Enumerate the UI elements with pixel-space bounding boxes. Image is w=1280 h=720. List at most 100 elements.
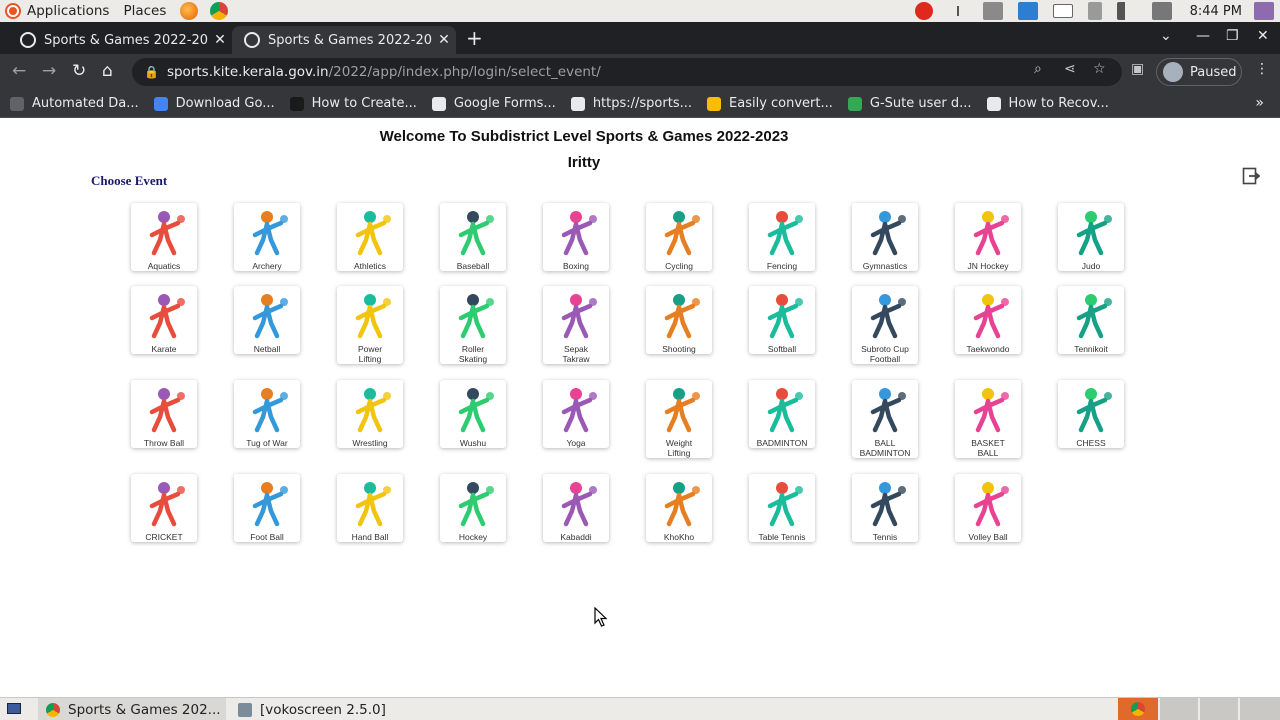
- event-label-line: Football: [869, 354, 901, 364]
- event-card-cycling[interactable]: Cycling: [646, 203, 712, 271]
- workspace-2[interactable]: [1160, 698, 1198, 720]
- reload-icon[interactable]: ↻: [72, 61, 86, 81]
- battery-icon[interactable]: [1087, 2, 1102, 20]
- bookmark-item[interactable]: How to Create...: [289, 96, 417, 111]
- event-card-tennikoit[interactable]: Tennikoit: [1058, 286, 1124, 354]
- event-card-baseball[interactable]: Baseball: [440, 203, 506, 271]
- event-card-ball-badminton[interactable]: BALL BADMINTON: [852, 380, 918, 458]
- event-card-tennis[interactable]: Tennis: [852, 474, 918, 542]
- address-bar[interactable]: 🔒 sports.kite.kerala.gov.in/2022/app/ind…: [132, 58, 1122, 86]
- bookmark-star-icon[interactable]: ☆: [1093, 61, 1106, 77]
- event-card-chess[interactable]: CHESS: [1058, 380, 1124, 448]
- restore-icon[interactable]: ❐: [1226, 28, 1239, 44]
- tab-search-icon[interactable]: ⌄: [1160, 28, 1172, 44]
- bluetooth-icon[interactable]: [1017, 2, 1038, 20]
- bookmark-item[interactable]: Download Go...: [153, 96, 275, 111]
- record-icon[interactable]: [914, 2, 933, 20]
- keyboard-layout-icon[interactable]: [982, 2, 1003, 20]
- clock[interactable]: 8:44 PM: [1190, 4, 1242, 19]
- foot-ball-icon: [252, 482, 288, 527]
- event-card-subroto-cup-football[interactable]: Subroto Cup Football: [852, 286, 918, 364]
- event-card-fencing[interactable]: Fencing: [749, 203, 815, 271]
- event-card-foot-ball[interactable]: Foot Ball: [234, 474, 300, 542]
- athletics-icon: [355, 211, 391, 256]
- close-tab-icon[interactable]: ✕: [432, 32, 456, 48]
- bookmark-item[interactable]: Automated Da...: [10, 96, 139, 111]
- event-card-hand-ball[interactable]: Hand Ball: [337, 474, 403, 542]
- event-card-karate[interactable]: Karate: [131, 286, 197, 354]
- event-card-wrestling[interactable]: Wrestling: [337, 380, 403, 448]
- new-tab-icon[interactable]: +: [466, 26, 483, 50]
- network-icon[interactable]: [1151, 2, 1172, 20]
- event-card-aquatics[interactable]: Aquatics: [131, 203, 197, 271]
- event-card-badminton[interactable]: BADMINTON: [749, 380, 815, 448]
- wifi-icon[interactable]: [947, 2, 968, 20]
- bookmark-item[interactable]: https://sports...: [570, 96, 692, 111]
- more-bookmarks-icon[interactable]: »: [1255, 95, 1264, 111]
- event-card-hockey[interactable]: Hockey: [440, 474, 506, 542]
- bookmark-item[interactable]: G-Sute user d...: [847, 96, 972, 111]
- browser-tab[interactable]: Sports & Games 2022-202 ✕: [8, 26, 232, 54]
- close-tab-icon[interactable]: ✕: [208, 32, 232, 48]
- event-card-throw-ball[interactable]: Throw Ball: [131, 380, 197, 448]
- share-icon[interactable]: ⋖: [1064, 61, 1076, 77]
- taskbar-item[interactable]: [vokoscreen 2.5.0]: [230, 698, 418, 720]
- event-card-table-tennis[interactable]: Table Tennis: [749, 474, 815, 542]
- event-label-line: Sepak: [563, 344, 589, 354]
- show-desktop-icon[interactable]: [0, 698, 28, 720]
- event-card-athletics[interactable]: Athletics: [337, 203, 403, 271]
- event-card-weight-lifting[interactable]: Weight Lifting: [646, 380, 712, 458]
- workspace-4[interactable]: [1240, 698, 1280, 720]
- volume-icon[interactable]: [1116, 2, 1137, 20]
- event-card-tug-of-war[interactable]: Tug of War: [234, 380, 300, 448]
- event-card-gymnastics[interactable]: Gymnastics: [852, 203, 918, 271]
- event-card-boxing[interactable]: Boxing: [543, 203, 609, 271]
- bookmark-item[interactable]: Easily convert...: [707, 96, 833, 111]
- workspace-1[interactable]: [1118, 698, 1158, 720]
- zoom-icon[interactable]: ⌕: [1034, 61, 1042, 77]
- home-icon[interactable]: ⌂: [102, 61, 113, 81]
- event-card-power-lifting[interactable]: Power Lifting: [337, 286, 403, 364]
- forward-icon[interactable]: →: [42, 61, 56, 81]
- side-panel-icon[interactable]: ▣: [1131, 61, 1144, 77]
- browser-tab-active[interactable]: Sports & Games 2022-202 ✕: [232, 26, 456, 54]
- chrome-launcher-icon[interactable]: [210, 2, 229, 20]
- event-card-taekwondo[interactable]: Taekwondo: [955, 286, 1021, 354]
- event-card-khokho[interactable]: KhoKho: [646, 474, 712, 542]
- applications-menu[interactable]: Applications: [27, 3, 109, 19]
- taskbar-item-label: Sports & Games 202...: [68, 701, 221, 718]
- workspace-3[interactable]: [1200, 698, 1238, 720]
- mail-icon[interactable]: [1052, 4, 1073, 18]
- places-menu[interactable]: Places: [123, 3, 166, 19]
- event-card-shooting[interactable]: Shooting: [646, 286, 712, 354]
- menu-kebab-icon[interactable]: ⋮: [1255, 61, 1269, 77]
- ubuntu-logo-icon[interactable]: [5, 3, 21, 19]
- event-card-volley-ball[interactable]: Volley Ball: [955, 474, 1021, 542]
- event-card-yoga[interactable]: Yoga: [543, 380, 609, 448]
- kabaddi-icon: [561, 482, 597, 527]
- event-card-cricket[interactable]: CRICKET: [131, 474, 197, 542]
- close-window-icon[interactable]: ✕: [1257, 28, 1269, 44]
- profile-button[interactable]: Paused: [1156, 58, 1242, 86]
- lock-icon[interactable]: 🔒: [144, 65, 159, 79]
- taskbar-item[interactable]: Sports & Games 202...: [38, 698, 226, 720]
- event-label: Cycling: [663, 261, 695, 271]
- firefox-launcher-icon[interactable]: [180, 2, 199, 20]
- bookmark-item[interactable]: Google Forms...: [431, 96, 556, 111]
- event-card-archery[interactable]: Archery: [234, 203, 300, 271]
- event-card-softball[interactable]: Softball: [749, 286, 815, 354]
- minimize-icon[interactable]: —: [1196, 28, 1210, 44]
- event-card-basket-ball[interactable]: BASKET BALL: [955, 380, 1021, 458]
- logout-icon[interactable]: [1242, 167, 1260, 185]
- event-card-wushu[interactable]: Wushu: [440, 380, 506, 448]
- event-card-roller-skating[interactable]: Roller Skating: [440, 286, 506, 364]
- event-card-netball[interactable]: Netball: [234, 286, 300, 354]
- event-card-sepak-takraw[interactable]: Sepak Takraw: [543, 286, 609, 364]
- event-card-judo[interactable]: Judo: [1058, 203, 1124, 271]
- back-icon[interactable]: ←: [12, 61, 26, 81]
- session-icon[interactable]: [1254, 2, 1274, 20]
- event-card-kabaddi[interactable]: Kabaddi: [543, 474, 609, 542]
- bookmark-item[interactable]: How to Recov...: [986, 96, 1109, 111]
- event-card-jn-hockey[interactable]: JN Hockey: [955, 203, 1021, 271]
- profile-status: Paused: [1190, 64, 1237, 80]
